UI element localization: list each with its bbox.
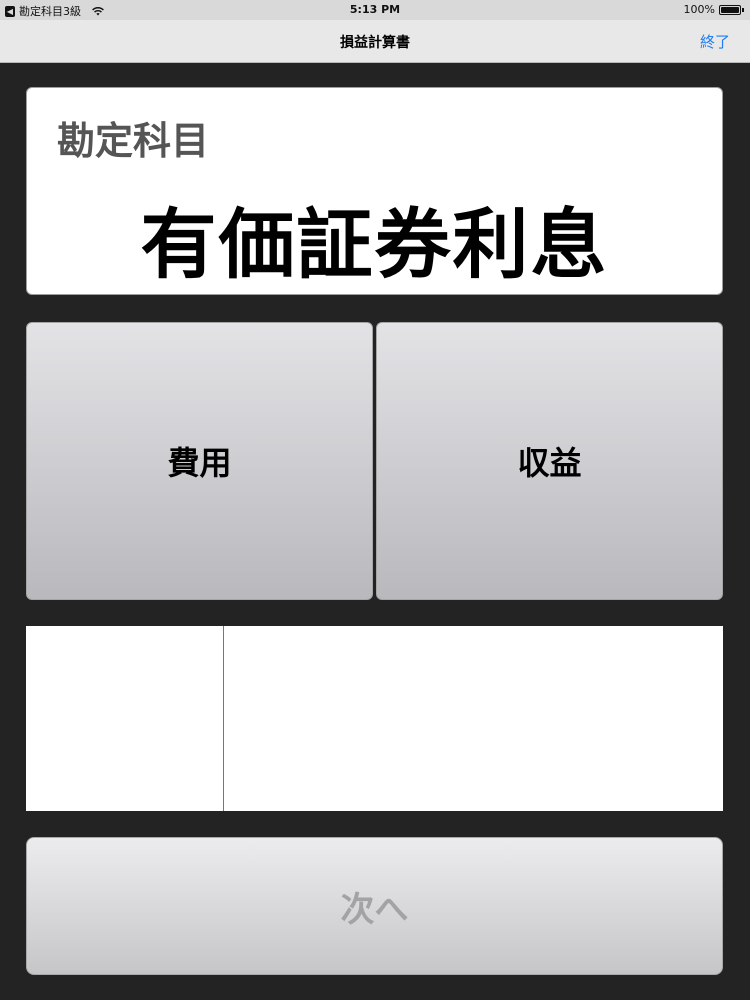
done-button[interactable]: 終了 — [700, 31, 730, 52]
battery-icon — [719, 4, 741, 15]
expense-button[interactable]: 費用 — [26, 322, 373, 600]
battery-percent: 100% — [683, 3, 715, 16]
battery-fill — [721, 6, 739, 13]
nav-title: 損益計算書 — [340, 35, 410, 51]
revenue-button[interactable]: 収益 — [376, 322, 723, 600]
answer-area — [26, 626, 723, 811]
status-time: 5:13 PM — [349, 3, 401, 16]
answer-result-cell — [26, 626, 224, 811]
account-name: 有価証券利息 — [140, 200, 609, 289]
status-bar: ◀ 勘定科目3級 5:13 PM 100% — [0, 0, 750, 20]
status-right: 100% — [684, 3, 744, 16]
battery-tip — [742, 7, 744, 12]
next-button[interactable]: 次へ — [26, 837, 723, 975]
account-label: 勘定科目 — [57, 119, 210, 163]
answer-detail-cell — [224, 626, 723, 811]
account-card: 勘定科目 有価証券利息 — [26, 87, 723, 295]
navigation-bar: 損益計算書 終了 — [0, 20, 750, 63]
